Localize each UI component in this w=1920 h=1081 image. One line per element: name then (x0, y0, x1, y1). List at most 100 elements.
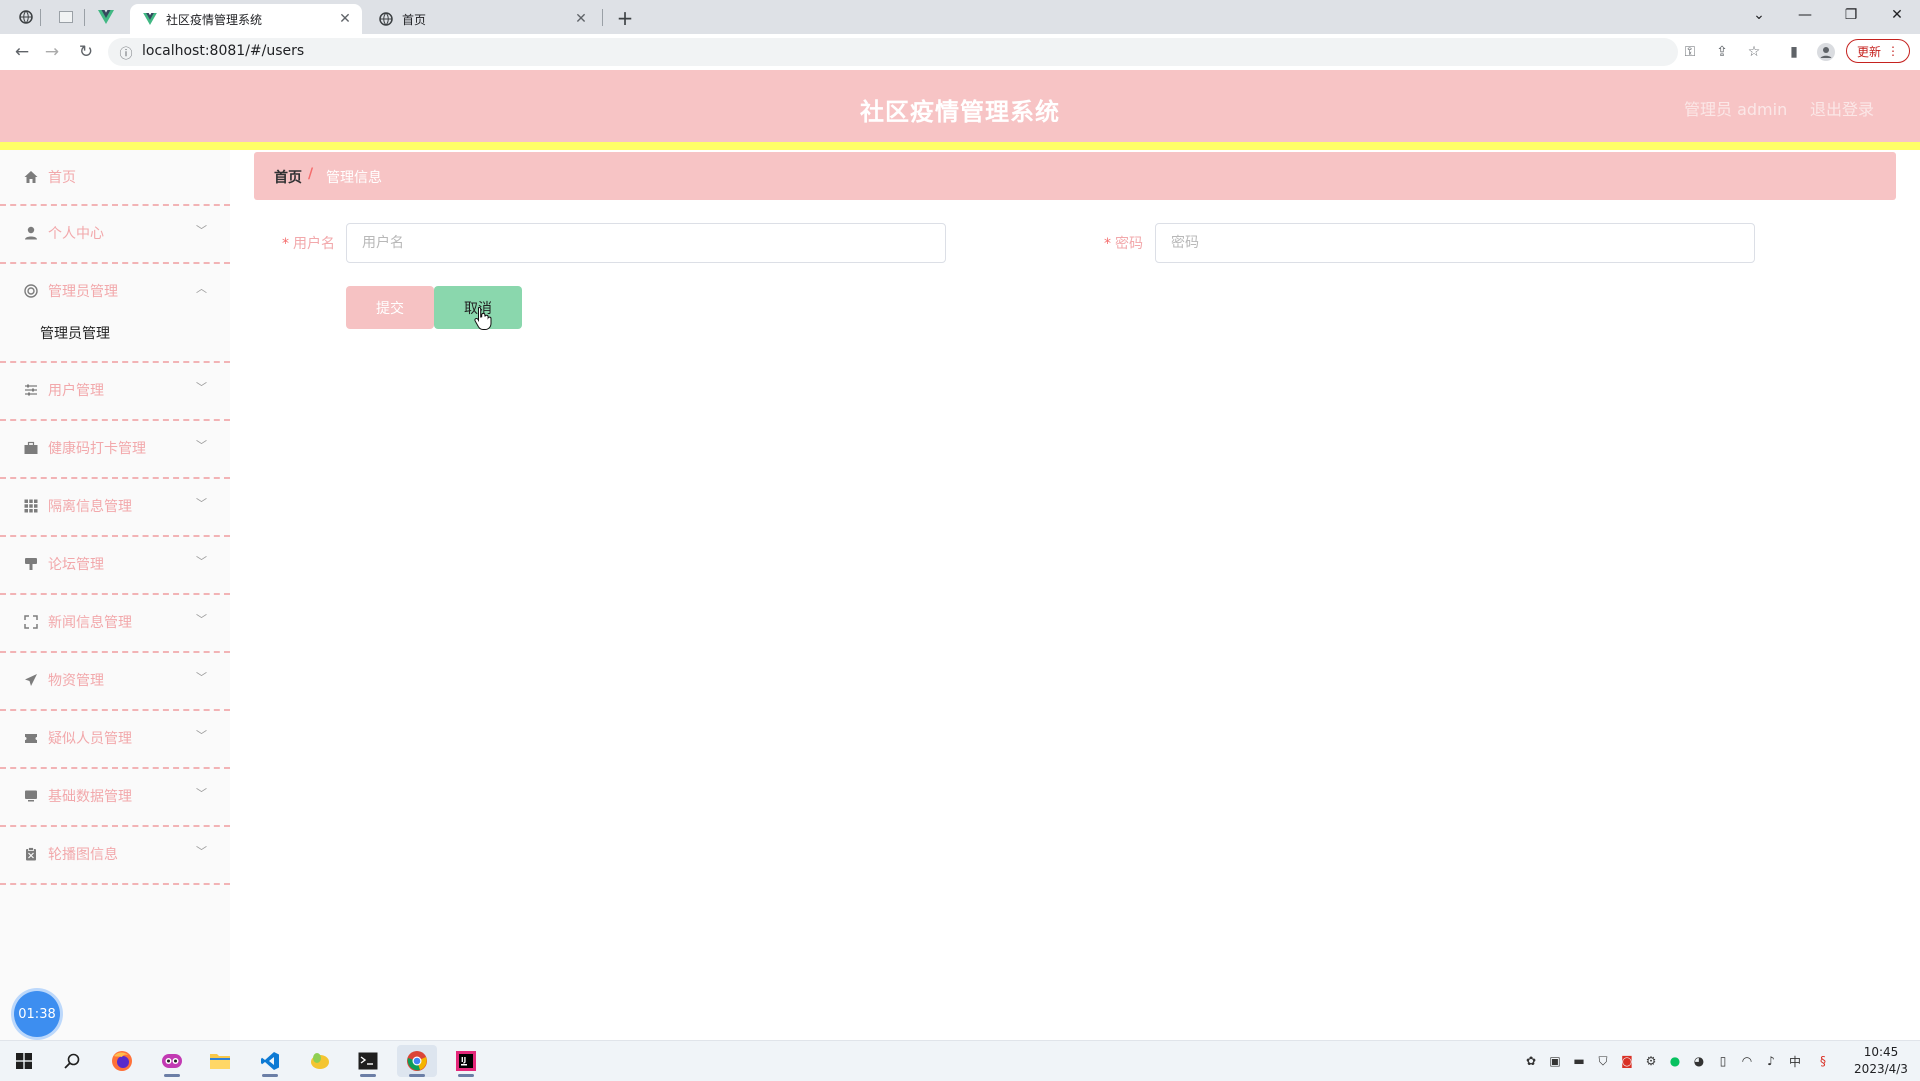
sidebar-item-label: 轮播图信息 (48, 847, 118, 863)
sidebar-item-supplies[interactable]: 物资管理 ﹀ (0, 653, 230, 711)
sidebar-item-users[interactable]: 用户管理 ﹀ (0, 363, 230, 421)
tab-separator (40, 9, 41, 26)
chevron-down-icon: ﹀ (196, 381, 207, 394)
app-mask-icon[interactable] (152, 1045, 192, 1077)
sidebar-item-base-data[interactable]: 基础数据管理 ﹀ (0, 769, 230, 827)
tray-qq-icon[interactable]: ◕ (1691, 1053, 1707, 1069)
hand-cursor-icon (474, 306, 492, 330)
vscode-icon[interactable] (250, 1045, 290, 1077)
tab-title: 社区疫情管理系统 (166, 12, 263, 27)
close-window-button[interactable]: ✕ (1874, 0, 1920, 30)
tab-search-icon[interactable]: ⌄ (1736, 0, 1782, 30)
tray-flower-icon[interactable]: ✿ (1523, 1053, 1539, 1069)
close-icon[interactable]: ✕ (336, 10, 354, 28)
username-input[interactable] (346, 223, 946, 263)
globe-icon[interactable] (16, 7, 36, 27)
input-method-indicator[interactable]: 中 (1787, 1053, 1803, 1069)
more-icon: ⋮ (1887, 44, 1899, 58)
timer-badge[interactable]: 01:38 (14, 991, 60, 1037)
sidebar-item-suspects[interactable]: 疑似人员管理 ﹀ (0, 711, 230, 769)
volume-icon[interactable]: ♪ (1763, 1053, 1779, 1069)
sidebar-item-news[interactable]: 新闻信息管理 ﹀ (0, 595, 230, 653)
chevron-down-icon: ﹀ (196, 845, 207, 858)
firefox-icon[interactable] (102, 1045, 142, 1077)
terminal-icon[interactable] (348, 1045, 388, 1077)
chrome-icon[interactable] (397, 1045, 437, 1077)
brush-icon (22, 555, 40, 573)
breadcrumb-separator: / (308, 166, 314, 182)
tray-ide-icon[interactable]: ▣ (1547, 1053, 1563, 1069)
tab-active[interactable]: 社区疫情管理系统 ✕ (130, 4, 362, 34)
chevron-down-icon: ﹀ (196, 224, 207, 237)
sliders-icon (22, 381, 40, 399)
password-input[interactable] (1155, 223, 1755, 263)
submenu-admin-manage[interactable]: 管理员管理 (0, 305, 230, 363)
sunflower-app-icon[interactable] (300, 1045, 340, 1077)
vue-logo-icon[interactable] (96, 7, 116, 27)
wifi-icon[interactable]: ◠ (1739, 1053, 1755, 1069)
tray-folder-icon[interactable]: ▬ (1571, 1053, 1587, 1069)
tray-app-red-icon[interactable]: ◙ (1619, 1053, 1635, 1069)
system-clock[interactable]: 10:45 2023/4/3 (1846, 1044, 1916, 1078)
back-arrow-icon[interactable]: ← (10, 40, 34, 64)
globe-icon (378, 11, 394, 27)
side-panel-icon[interactable]: ▮ (1782, 40, 1806, 64)
restore-button[interactable]: ❐ (1828, 0, 1874, 30)
target-icon (22, 282, 40, 300)
page-icon[interactable] (56, 7, 76, 27)
tray-s-icon[interactable]: § (1815, 1053, 1831, 1069)
sidebar-item-label: 健康码打卡管理 (48, 441, 146, 457)
sidebar-item-home[interactable]: 首页 (0, 150, 230, 206)
search-icon[interactable] (52, 1045, 92, 1077)
breadcrumb-home[interactable]: 首页 (274, 167, 302, 187)
sidebar-item-label: 隔离信息管理 (48, 499, 132, 515)
url-text[interactable]: localhost:8081/#/users (142, 43, 304, 59)
intellij-icon[interactable]: IJ (446, 1045, 486, 1077)
chevron-up-icon: ︿ (196, 282, 207, 295)
close-icon[interactable]: ✕ (572, 10, 590, 28)
tray-wechat-icon[interactable]: ● (1667, 1053, 1683, 1069)
reload-icon[interactable]: ↻ (74, 40, 98, 64)
app-header: 社区疫情管理系统 管理员 admin 退出登录 (0, 70, 1920, 142)
tray-gear-icon[interactable]: ⚙ (1643, 1053, 1659, 1069)
profile-icon[interactable] (1814, 40, 1838, 64)
send-icon (22, 671, 40, 689)
info-icon[interactable]: ⓘ (118, 44, 134, 62)
clipboard-icon (22, 845, 40, 863)
breadcrumb: 首页 / 管理信息 (254, 152, 1896, 200)
tab-separator (602, 9, 603, 26)
password-label: * 密码 (1104, 233, 1143, 253)
key-icon[interactable]: ⚿ (1678, 40, 1702, 64)
required-mark: * (282, 236, 289, 252)
sidebar-item-profile[interactable]: 个人中心 ﹀ (0, 206, 230, 264)
chevron-down-icon: ﹀ (196, 555, 207, 568)
windows-start-icon[interactable] (4, 1045, 44, 1077)
tray-shield-icon[interactable]: ⛉ (1595, 1053, 1611, 1069)
home-icon (22, 168, 40, 186)
update-button[interactable]: 更新 ⋮ (1846, 39, 1910, 63)
forward-arrow-icon[interactable]: → (40, 40, 64, 64)
star-icon[interactable]: ☆ (1742, 40, 1766, 64)
chevron-down-icon: ﹀ (196, 671, 207, 684)
tray-usb-icon[interactable]: ▯ (1715, 1053, 1731, 1069)
sidebar-item-forum[interactable]: 论坛管理 ﹀ (0, 537, 230, 595)
sidebar-item-label: 基础数据管理 (48, 789, 132, 805)
logout-link[interactable]: 退出登录 (1810, 96, 1874, 120)
file-explorer-icon[interactable] (200, 1045, 240, 1077)
sidebar-item-carousel[interactable]: 轮播图信息 ﹀ (0, 827, 230, 885)
minimize-button[interactable]: — (1782, 0, 1828, 30)
update-label: 更新 (1856, 44, 1881, 59)
tab-home[interactable]: 首页 ✕ (366, 4, 598, 34)
sidebar-item-label: 论坛管理 (48, 557, 104, 573)
address-bar[interactable]: ⓘ localhost:8081/#/users (108, 38, 1678, 66)
sidebar-item-quarantine[interactable]: 隔离信息管理 ﹀ (0, 479, 230, 537)
new-tab-button[interactable]: + (614, 6, 636, 30)
clock-date: 2023/4/3 (1854, 1062, 1908, 1076)
svg-text:IJ: IJ (461, 1056, 466, 1064)
ticket-icon (22, 729, 40, 747)
share-icon[interactable]: ⇪ (1710, 40, 1734, 64)
submit-button[interactable]: 提交 (346, 286, 434, 329)
sidebar-item-label: 新闻信息管理 (48, 615, 132, 631)
sidebar-item-health-code[interactable]: 健康码打卡管理 ﹀ (0, 421, 230, 479)
user-icon (22, 224, 40, 242)
